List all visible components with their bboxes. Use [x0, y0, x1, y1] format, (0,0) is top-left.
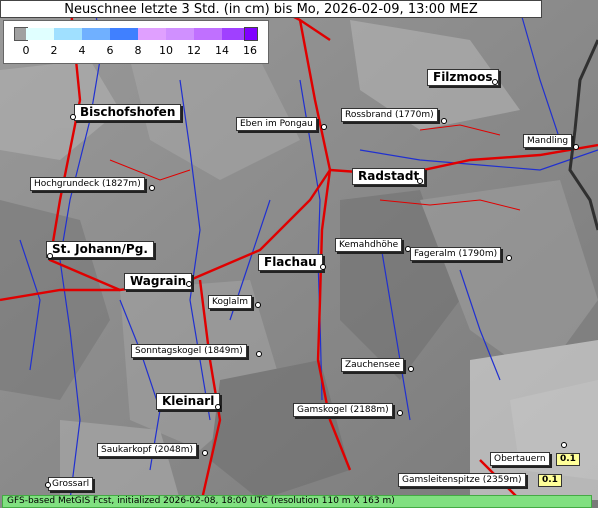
place-marker	[417, 178, 423, 184]
place-marker	[186, 281, 192, 287]
place-label-radstadt[interactable]: Radstadt	[352, 168, 426, 185]
place-label-saukarkopf[interactable]: Saukarkopf (2048m)	[97, 443, 198, 457]
place-label-gamsleitenspitze[interactable]: Gamsleitenspitze (2359m)	[398, 473, 526, 487]
legend-tick: 10	[159, 44, 173, 57]
place-label-rossbrand[interactable]: Rossbrand (1770m)	[341, 108, 438, 122]
legend-swatch	[26, 28, 54, 40]
legend-swatch	[138, 28, 166, 40]
legend-swatch	[110, 28, 138, 40]
place-label-gamskogel[interactable]: Gamskogel (2188m)	[293, 403, 393, 417]
place-label-eben-im-pongau[interactable]: Eben im Pongau	[236, 117, 317, 131]
place-marker	[441, 118, 447, 124]
place-label-zauchensee[interactable]: Zauchensee	[341, 358, 405, 372]
snow-value-gamsleitenspitze: 0.1	[538, 474, 562, 487]
place-marker	[47, 253, 53, 259]
place-marker	[320, 264, 326, 270]
place-label-flachau[interactable]: Flachau	[258, 254, 323, 271]
place-marker	[561, 442, 567, 448]
place-marker	[149, 185, 155, 191]
place-label-sonntagskogel[interactable]: Sonntagskogel (1849m)	[131, 344, 247, 358]
legend-swatch	[244, 27, 258, 41]
place-label-grossarl[interactable]: Grossarl	[48, 477, 94, 491]
place-marker	[255, 302, 261, 308]
place-label-fageralm[interactable]: Fageralm (1790m)	[410, 247, 502, 261]
place-marker	[492, 79, 498, 85]
place-label-kleinarl[interactable]: Kleinarl	[156, 393, 221, 410]
legend-swatch	[166, 28, 194, 40]
legend-tick: 6	[106, 44, 114, 57]
legend-tick: 0	[22, 44, 30, 57]
legend-tick: 16	[243, 44, 257, 57]
legend-tick: 12	[187, 44, 201, 57]
legend-tick: 8	[134, 44, 142, 57]
model-info-footer: GFS-based MetGIS Fcst, initialized 2026-…	[2, 495, 592, 508]
snow-value-obertauern: 0.1	[556, 453, 580, 466]
place-label-hochgrundeck[interactable]: Hochgrundeck (1827m)	[30, 177, 145, 191]
legend: 0 2 4 6 8 10 12 14 16	[3, 20, 269, 64]
place-marker	[256, 351, 262, 357]
legend-tick: 14	[215, 44, 229, 57]
legend-swatch	[82, 28, 110, 40]
place-marker	[70, 114, 76, 120]
place-marker	[202, 450, 208, 456]
place-marker	[506, 255, 512, 261]
legend-swatch	[54, 28, 82, 40]
legend-tick: 2	[50, 44, 58, 57]
place-label-bischofshofen[interactable]: Bischofshofen	[74, 104, 182, 121]
place-label-wagrain[interactable]: Wagrain	[124, 273, 193, 290]
legend-swatch	[222, 28, 244, 40]
place-label-koglalm[interactable]: Koglalm	[208, 295, 252, 309]
place-label-st-johann[interactable]: St. Johann/Pg.	[46, 241, 154, 258]
place-marker	[573, 144, 579, 150]
place-label-filzmoos[interactable]: Filzmoos	[427, 69, 499, 86]
place-marker	[215, 404, 221, 410]
map-title: Neuschnee letzte 3 Std. (in cm) bis Mo, …	[0, 0, 542, 18]
place-label-mandling[interactable]: Mandling	[523, 134, 573, 148]
legend-swatch	[194, 28, 222, 40]
place-label-kemahdhoehe[interactable]: Kemahdhöhe	[335, 238, 403, 252]
place-label-obertauern[interactable]: Obertauern	[490, 452, 550, 466]
place-marker	[397, 410, 403, 416]
place-marker	[408, 366, 414, 372]
place-marker	[45, 482, 51, 488]
legend-tick: 4	[78, 44, 86, 57]
place-marker	[321, 124, 327, 130]
